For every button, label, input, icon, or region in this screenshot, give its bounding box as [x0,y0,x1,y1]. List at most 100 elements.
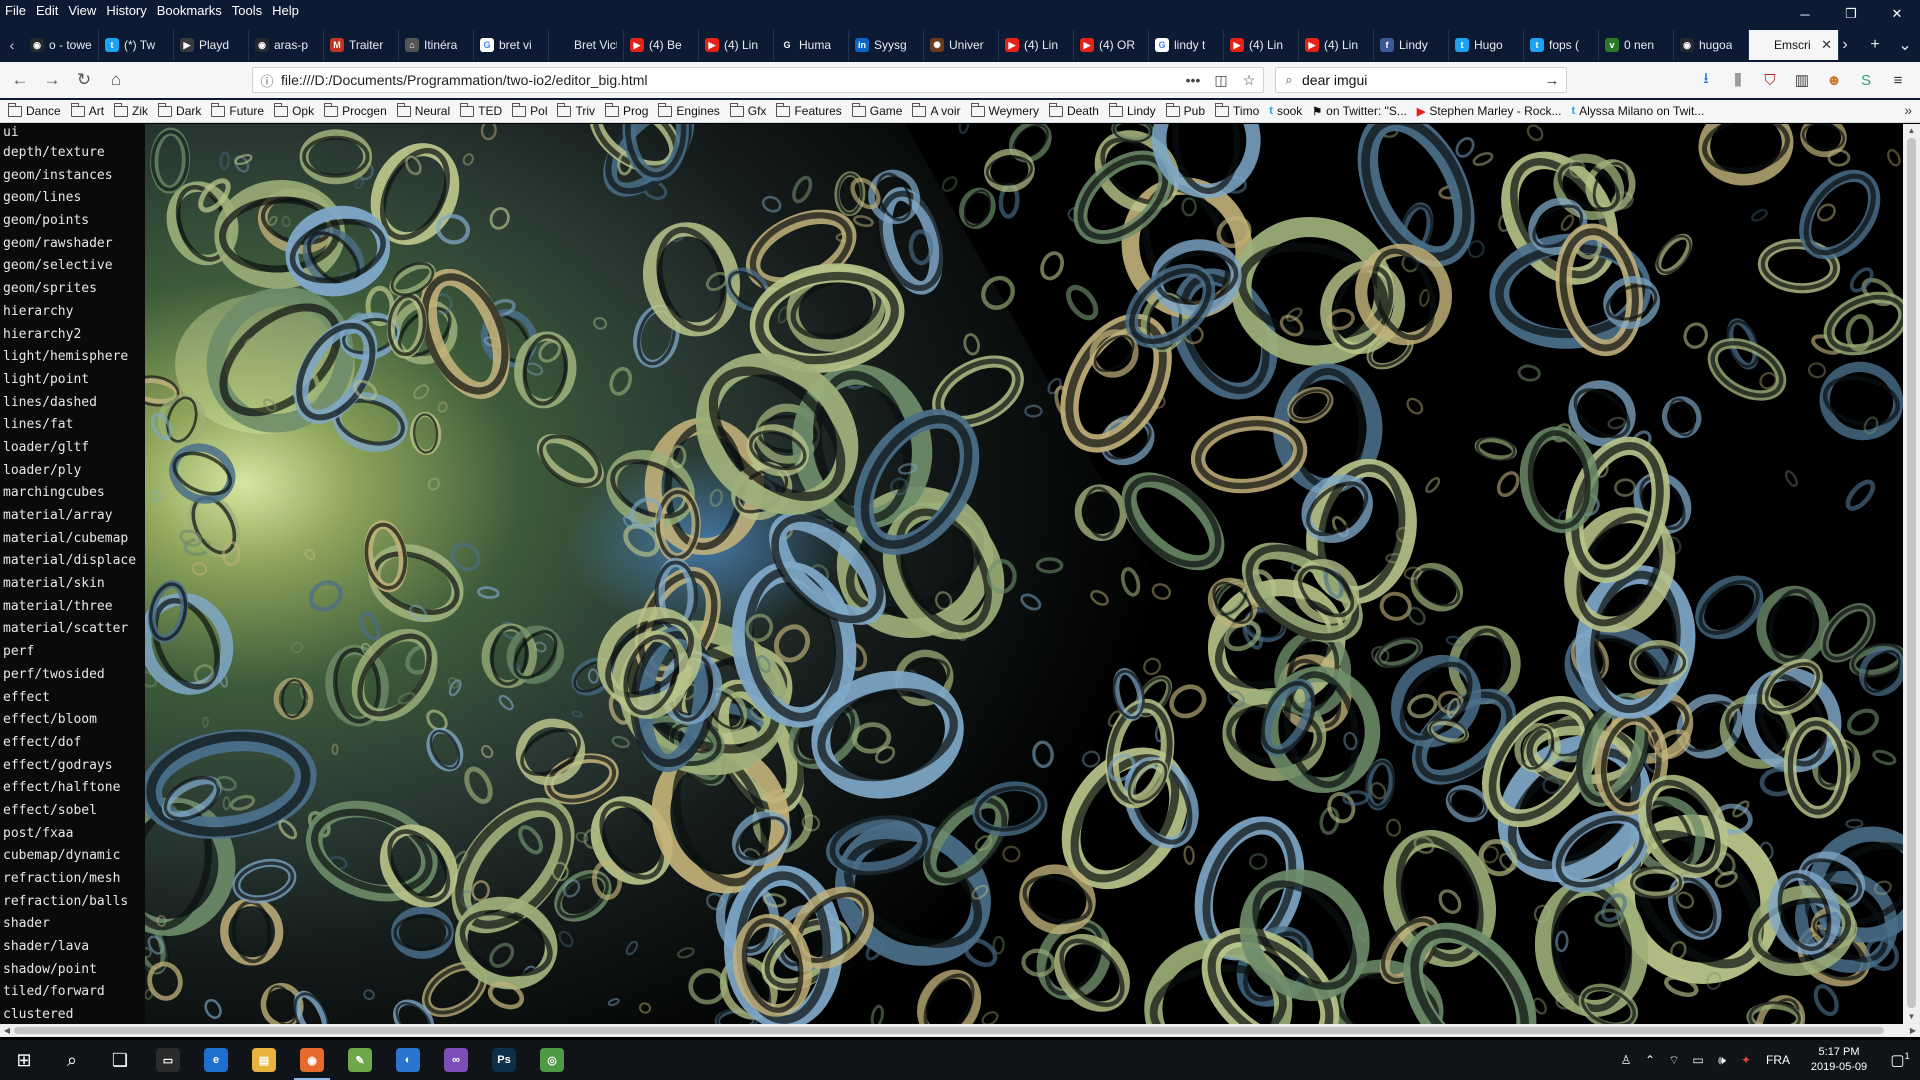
browser-tab[interactable]: M Traiter [324,30,399,60]
clock[interactable]: 5:17 PM 2019-05-09 [1798,1045,1880,1075]
browser-tab[interactable]: in Syysg [849,30,924,60]
bookmark-item[interactable]: TED [460,102,502,118]
browser-tab[interactable]: ▶ (4) Lin [1224,30,1299,60]
people-icon[interactable]: ♙ [1614,1053,1638,1067]
browser-tab[interactable]: t Hugo [1449,30,1524,60]
bookmark-item[interactable]: Game [851,102,902,118]
example-link[interactable]: geom/sprites [0,278,145,301]
network-icon[interactable]: ⌔ [1662,1053,1686,1068]
explorer-taskbar-button[interactable]: ▤ [240,1040,288,1080]
bookmark-item[interactable]: Art [70,102,104,118]
bookmark-item[interactable]: Engines [658,102,720,118]
example-link[interactable]: lines/dashed [0,392,145,415]
back-icon[interactable]: ← [6,67,34,93]
example-link[interactable]: effect/bloom [0,709,145,732]
bookmark-item[interactable]: Gfx [729,102,766,118]
browser-tab[interactable]: ◉ o - towe [24,30,99,60]
bookmark-item[interactable]: Zik [114,102,148,118]
search-taskbar-icon[interactable]: ⌕ [48,1040,96,1080]
close-window-button[interactable]: ✕ [1874,0,1920,28]
menu-tools[interactable]: Tools [227,3,267,18]
browser-tab[interactable]: ◉ aras-p [249,30,324,60]
home-icon[interactable]: ⌂ [102,67,130,93]
bookmark-star-icon[interactable]: ☆ [1235,72,1263,89]
bookmark-item[interactable]: Pub [1165,102,1205,118]
browser-tab[interactable]: ▶ (4) Lin [699,30,774,60]
bookmark-item[interactable]: Triv [557,102,595,118]
horizontal-scroll-thumb[interactable] [14,1027,1884,1034]
example-link[interactable]: light/hemisphere [0,346,145,369]
example-link[interactable]: geom/selective [0,255,145,278]
browser-tab[interactable]: t fops ( [1524,30,1599,60]
example-link[interactable]: material/cubemap [0,528,145,551]
chrome-taskbar-button[interactable]: ◎ [528,1040,576,1080]
scroll-left-icon[interactable]: ◀ [0,1024,14,1037]
example-link[interactable]: refraction/balls [0,891,145,914]
pocket-icon[interactable]: ◫ [1207,72,1235,89]
new-tab-icon[interactable]: + [1860,30,1890,60]
example-link[interactable]: clustered [0,1004,145,1024]
example-link[interactable]: effect/sobel [0,800,145,823]
example-link[interactable]: ui [0,124,145,142]
example-link[interactable]: refraction/mesh [0,868,145,891]
bookmark-item[interactable]: A voir [912,102,961,118]
bookmark-item[interactable]: Opk [274,102,314,118]
example-link[interactable]: perf/twosided [0,664,145,687]
example-link[interactable]: effect [0,687,145,710]
downloads-icon[interactable]: ⭳ [1690,67,1722,93]
dropbox-icon[interactable]: ✦ [1734,1053,1758,1067]
bookmark-item[interactable]: Prog [605,102,648,118]
action-center-icon[interactable]: ▢1 [1880,1051,1920,1069]
tab-scroll-right-icon[interactable]: › [1830,30,1860,60]
extension-icon[interactable]: ☻ [1818,67,1850,93]
browser-tab[interactable]: ◉ hugoa [1674,30,1749,60]
menu-history[interactable]: History [101,3,151,18]
example-link[interactable]: hierarchy [0,301,145,324]
bookmark-item[interactable]: Weymery [970,102,1039,118]
browser-tab[interactable]: ⌂ Itinéra [399,30,474,60]
example-link[interactable]: perf [0,641,145,664]
ublock-icon[interactable]: ⛉ [1754,67,1786,93]
bookmark-item[interactable]: Procgen [324,102,387,118]
menu-file[interactable]: File [0,3,31,18]
sidebar-toggle-icon[interactable]: ▥ [1786,67,1818,93]
browser-tab[interactable]: G Huma [774,30,849,60]
browser-tab[interactable]: v 0 nen [1599,30,1674,60]
browser-tab[interactable]: ✺ Univer [924,30,999,60]
webgl-viewport[interactable] [145,124,1903,1024]
menu-bookmarks[interactable]: Bookmarks [152,3,227,18]
bookmark-item[interactable]: Neural [396,102,450,118]
browser-tab[interactable]: Emscri ✕ [1749,30,1839,60]
minimize-button[interactable]: ─ [1782,0,1828,28]
visual-studio-taskbar-button[interactable]: ∞ [432,1040,480,1080]
example-link[interactable]: tiled/forward [0,981,145,1004]
bookmark-item[interactable]: Timo [1215,102,1259,118]
bookmarks-overflow-icon[interactable]: » [1904,102,1912,118]
extension-s-icon[interactable]: S [1850,67,1882,93]
example-link[interactable]: post/fxaa [0,823,145,846]
example-link[interactable]: geom/rawshader [0,233,145,256]
bookmark-item[interactable]: Lindy [1108,102,1156,118]
show-hidden-icons-icon[interactable]: ⌃ [1638,1053,1662,1067]
bookmark-item[interactable]: Future [211,102,264,118]
example-link[interactable]: material/array [0,505,145,528]
example-link[interactable]: cubemap/dynamic [0,845,145,868]
horizontal-scrollbar[interactable]: ◀ ▶ [0,1024,1920,1037]
bookmark-item[interactable]: Dance [8,102,61,118]
browser-tab[interactable]: ▶ Playd [174,30,249,60]
bookmark-item[interactable]: Dark [158,102,201,118]
menu-edit[interactable]: Edit [31,3,63,18]
outlook-taskbar-button[interactable]: ◐ [384,1040,432,1080]
page-actions-icon[interactable]: ••• [1179,72,1207,88]
menu-help[interactable]: Help [267,3,304,18]
bookmark-item[interactable]: t Alyssa Milano on Twit... [1571,104,1704,118]
example-link[interactable]: marchingcubes [0,482,145,505]
bookmark-item[interactable]: Features [776,102,842,118]
bookmark-item[interactable]: t sook [1269,104,1302,118]
browser-tab[interactable]: f Lindy [1374,30,1449,60]
example-link[interactable]: geom/points [0,210,145,233]
vertical-scroll-thumb[interactable] [1907,138,1916,1008]
example-link[interactable]: geom/lines [0,187,145,210]
browser-tab[interactable]: ▶ (4) Be [624,30,699,60]
example-link[interactable]: material/three [0,596,145,619]
